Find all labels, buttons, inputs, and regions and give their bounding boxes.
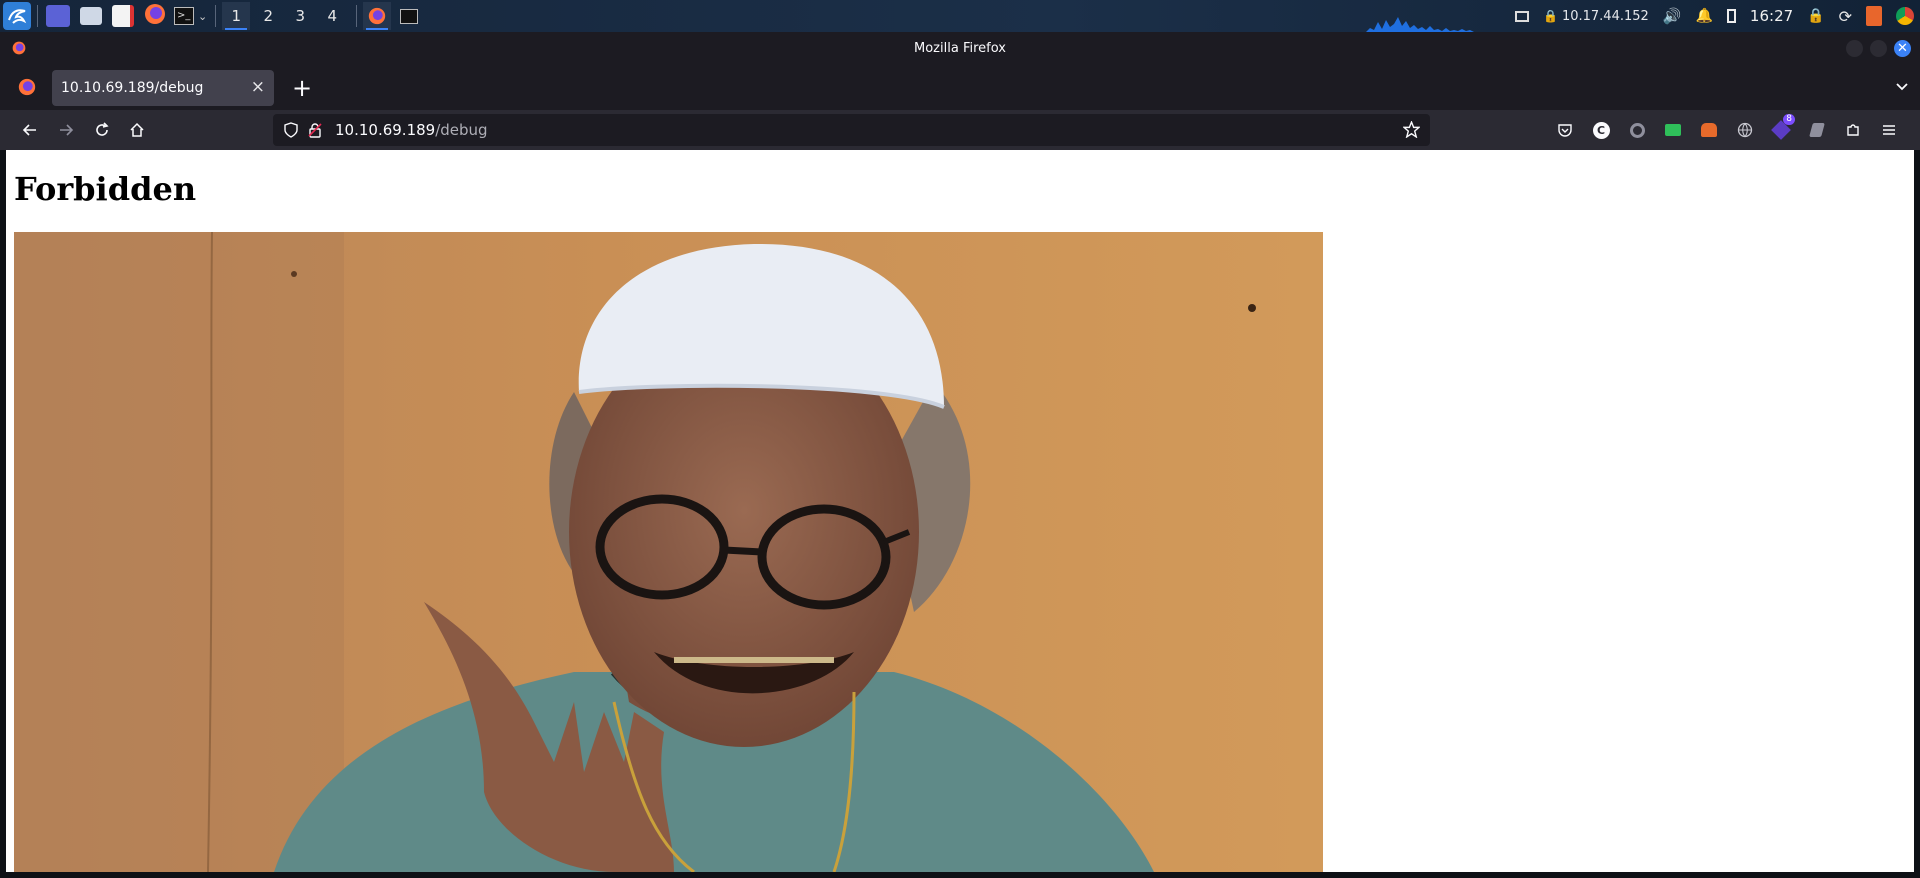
url-bar[interactable]: 10.10.69.189/debug: [273, 114, 1430, 146]
back-arrow-icon: [22, 124, 36, 136]
tracking-protection-shield-icon[interactable]: [283, 122, 299, 138]
workspace-label: 2: [263, 7, 273, 25]
extension-badge: 8: [1783, 114, 1795, 125]
url-text: 10.10.69.189/debug: [335, 121, 488, 139]
workspace-3[interactable]: 3: [286, 2, 314, 30]
tab-title: 10.10.69.189/debug: [61, 80, 204, 96]
cookie-editor-extension-icon[interactable]: C: [1591, 120, 1611, 140]
forward-button[interactable]: [54, 118, 78, 142]
meme-photo-image: [14, 232, 1323, 872]
launcher-dropdown-chevron-icon[interactable]: ⌄: [198, 10, 207, 23]
workspace-2[interactable]: 2: [254, 2, 282, 30]
page-heading: Forbidden: [14, 170, 197, 208]
panel-separator: [215, 5, 217, 27]
insecure-lock-icon[interactable]: [307, 122, 323, 138]
home-icon: [130, 122, 144, 137]
volume-icon[interactable]: 🔊: [1663, 7, 1682, 25]
page-viewport: Forbidden: [6, 150, 1914, 872]
network-activity-graph: [1366, 17, 1492, 32]
text-editor-icon[interactable]: [112, 5, 134, 27]
hackbar-extension-icon[interactable]: [1807, 120, 1827, 140]
url-host: 10.10.69.189: [335, 121, 436, 139]
lock-network-icon: 🔒: [1543, 9, 1558, 23]
close-window-button[interactable]: ✕: [1894, 40, 1911, 57]
window-border: [1914, 150, 1920, 878]
workspace-label: 3: [295, 7, 305, 25]
firefox-launcher-icon[interactable]: [144, 3, 166, 29]
window-border: [0, 872, 1920, 878]
list-all-tabs-chevron-icon[interactable]: [1894, 78, 1910, 94]
lock-screen-icon[interactable]: 🔒: [1807, 8, 1824, 24]
foxyproxy-extension-icon[interactable]: [1699, 120, 1719, 140]
workspace-4[interactable]: 4: [318, 2, 346, 30]
refresh-session-icon[interactable]: ⟳: [1839, 7, 1852, 26]
page-photo: [14, 232, 1323, 872]
terminal-launcher-icon[interactable]: >_: [174, 7, 194, 25]
tab-debug[interactable]: 10.10.69.189/debug ×: [52, 70, 274, 106]
file-manager-icon[interactable]: [80, 7, 102, 25]
battery-icon[interactable]: [1726, 9, 1736, 23]
window-title: Mozilla Firefox: [914, 40, 1006, 56]
workspace-label: 4: [327, 7, 337, 25]
firefox-window-icon: [12, 41, 26, 55]
terminal-icon: [400, 8, 419, 24]
green-extension-icon[interactable]: [1663, 120, 1683, 140]
reload-icon: [96, 122, 109, 136]
reload-button[interactable]: [90, 118, 114, 142]
burp-suite-icon[interactable]: [1866, 6, 1882, 26]
workspace-label: 1: [231, 7, 241, 25]
panel-clock[interactable]: 16:27: [1750, 7, 1793, 25]
chrome-icon[interactable]: [1896, 7, 1914, 25]
display-icon[interactable]: [1515, 10, 1529, 22]
kali-menu-icon[interactable]: [3, 2, 31, 30]
system-tray: 🔒 10.17.44.152 🔊 🔔 16:27 🔒 ⟳: [1515, 0, 1920, 32]
desktop-top-panel: >_ ⌄ 1 2 3 4 🔒 10.17.44.152 🔊 🔔 16:27 🔒 …: [0, 0, 1920, 32]
hamburger-menu-icon[interactable]: [1879, 120, 1899, 140]
tab-strip: 10.10.69.189/debug × +: [0, 64, 1920, 110]
show-desktop-icon[interactable]: [46, 5, 70, 27]
firefox-view-icon[interactable]: [18, 78, 36, 96]
window-border: [0, 150, 6, 878]
navigation-toolbar: 10.10.69.189/debug C 8: [0, 110, 1920, 150]
extensions-puzzle-icon[interactable]: [1843, 120, 1863, 140]
url-path: /debug: [435, 121, 488, 139]
firefox-icon: [369, 7, 386, 25]
window-titlebar: Mozilla Firefox ✕: [0, 32, 1920, 64]
vpn-indicator[interactable]: 🔒 10.17.44.152: [1543, 9, 1649, 24]
taskbar-terminal-window[interactable]: [395, 2, 423, 30]
maximize-window-button[interactable]: [1870, 40, 1887, 57]
new-tab-button[interactable]: +: [287, 73, 317, 103]
wappalyzer-globe-icon[interactable]: [1735, 120, 1755, 140]
panel-separator: [37, 5, 38, 27]
taskbar-firefox-window[interactable]: [363, 2, 392, 30]
bookmark-star-icon[interactable]: [1403, 121, 1420, 138]
close-tab-icon[interactable]: ×: [251, 77, 265, 97]
minimize-window-button[interactable]: [1846, 40, 1863, 57]
vpn-ip-address: 10.17.44.152: [1561, 8, 1649, 24]
dark-reader-extension-icon[interactable]: [1627, 120, 1647, 140]
back-button[interactable]: [18, 118, 42, 142]
panel-separator: [356, 5, 358, 27]
home-button[interactable]: [125, 118, 149, 142]
workspace-1[interactable]: 1: [222, 2, 251, 30]
forward-arrow-icon: [60, 124, 74, 136]
notifications-bell-icon[interactable]: 🔔: [1695, 8, 1712, 24]
purple-extension-icon[interactable]: 8: [1771, 114, 1795, 140]
pocket-icon[interactable]: [1555, 120, 1575, 140]
